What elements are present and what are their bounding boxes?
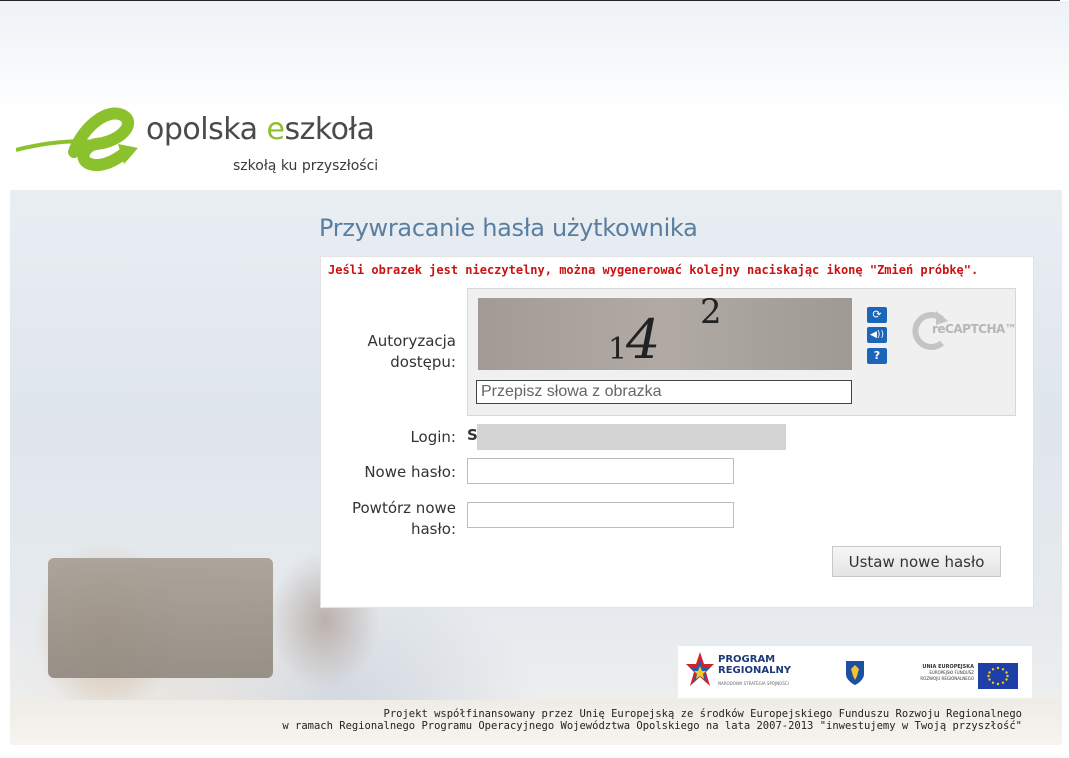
recaptcha-logo: reCAPTCHA™ [910, 305, 1017, 355]
login-label: Login: [410, 428, 456, 446]
logo-name: opolska eszkoła [146, 112, 375, 147]
logo-e-icon [16, 107, 138, 171]
eu-fund-text: UNIA EUROPEJSKA EUROPEJSKI FUNDUSZ ROZWO… [920, 664, 974, 681]
eu-flag-icon [978, 663, 1018, 689]
program-regionalny-logo-icon [686, 652, 714, 686]
repeat-password-field[interactable] [467, 502, 734, 528]
site-logo[interactable]: opolska eszkoła szkołą ku przyszłości [16, 98, 416, 178]
help-icon[interactable]: ? [867, 348, 887, 364]
opolskie-crest-icon [846, 661, 864, 685]
program-regionalny-text: PROGRAM REGIONALNY [718, 654, 792, 676]
reload-icon[interactable]: ⟳ [867, 307, 887, 323]
captcha-char: 2 [700, 298, 722, 332]
captcha-image: 1 4 2 [478, 298, 852, 370]
new-password-field[interactable] [467, 458, 734, 484]
login-redaction [477, 424, 786, 450]
captcha-warning: Jeśli obrazek jest nieczytelny, można wy… [328, 263, 979, 277]
footer-line-1: Projekt współfinansowany przez Unię Euro… [383, 708, 1022, 720]
program-regionalny-subtitle: NARODOWA STRATEGIA SPÓJNOŚCI [718, 681, 789, 686]
header-background [0, 1, 1069, 111]
page-title: Przywracanie hasła użytkownika [319, 214, 698, 242]
captcha-char: 4 [626, 308, 661, 370]
captcha-label: Autoryzacja dostępu: [367, 332, 456, 371]
project-footer: Projekt współfinansowany przez Unię Euro… [270, 708, 1022, 732]
logo-tagline: szkołą ku przyszłości [233, 158, 379, 174]
repeat-password-label: Powtórz nowe hasło: [351, 499, 456, 538]
footer-line-2: w ramach Regionalnego Programu Operacyjn… [282, 720, 1022, 732]
recaptcha-brand: reCAPTCHA™ [932, 322, 1017, 336]
audio-icon[interactable]: ◀)) [867, 327, 887, 343]
set-password-button[interactable]: Ustaw nowe hasło [832, 546, 1001, 577]
new-password-label: Nowe hasło: [364, 463, 456, 481]
background-laptop [48, 558, 273, 678]
captcha-char: 1 [608, 332, 628, 367]
captcha-input[interactable] [476, 380, 852, 404]
